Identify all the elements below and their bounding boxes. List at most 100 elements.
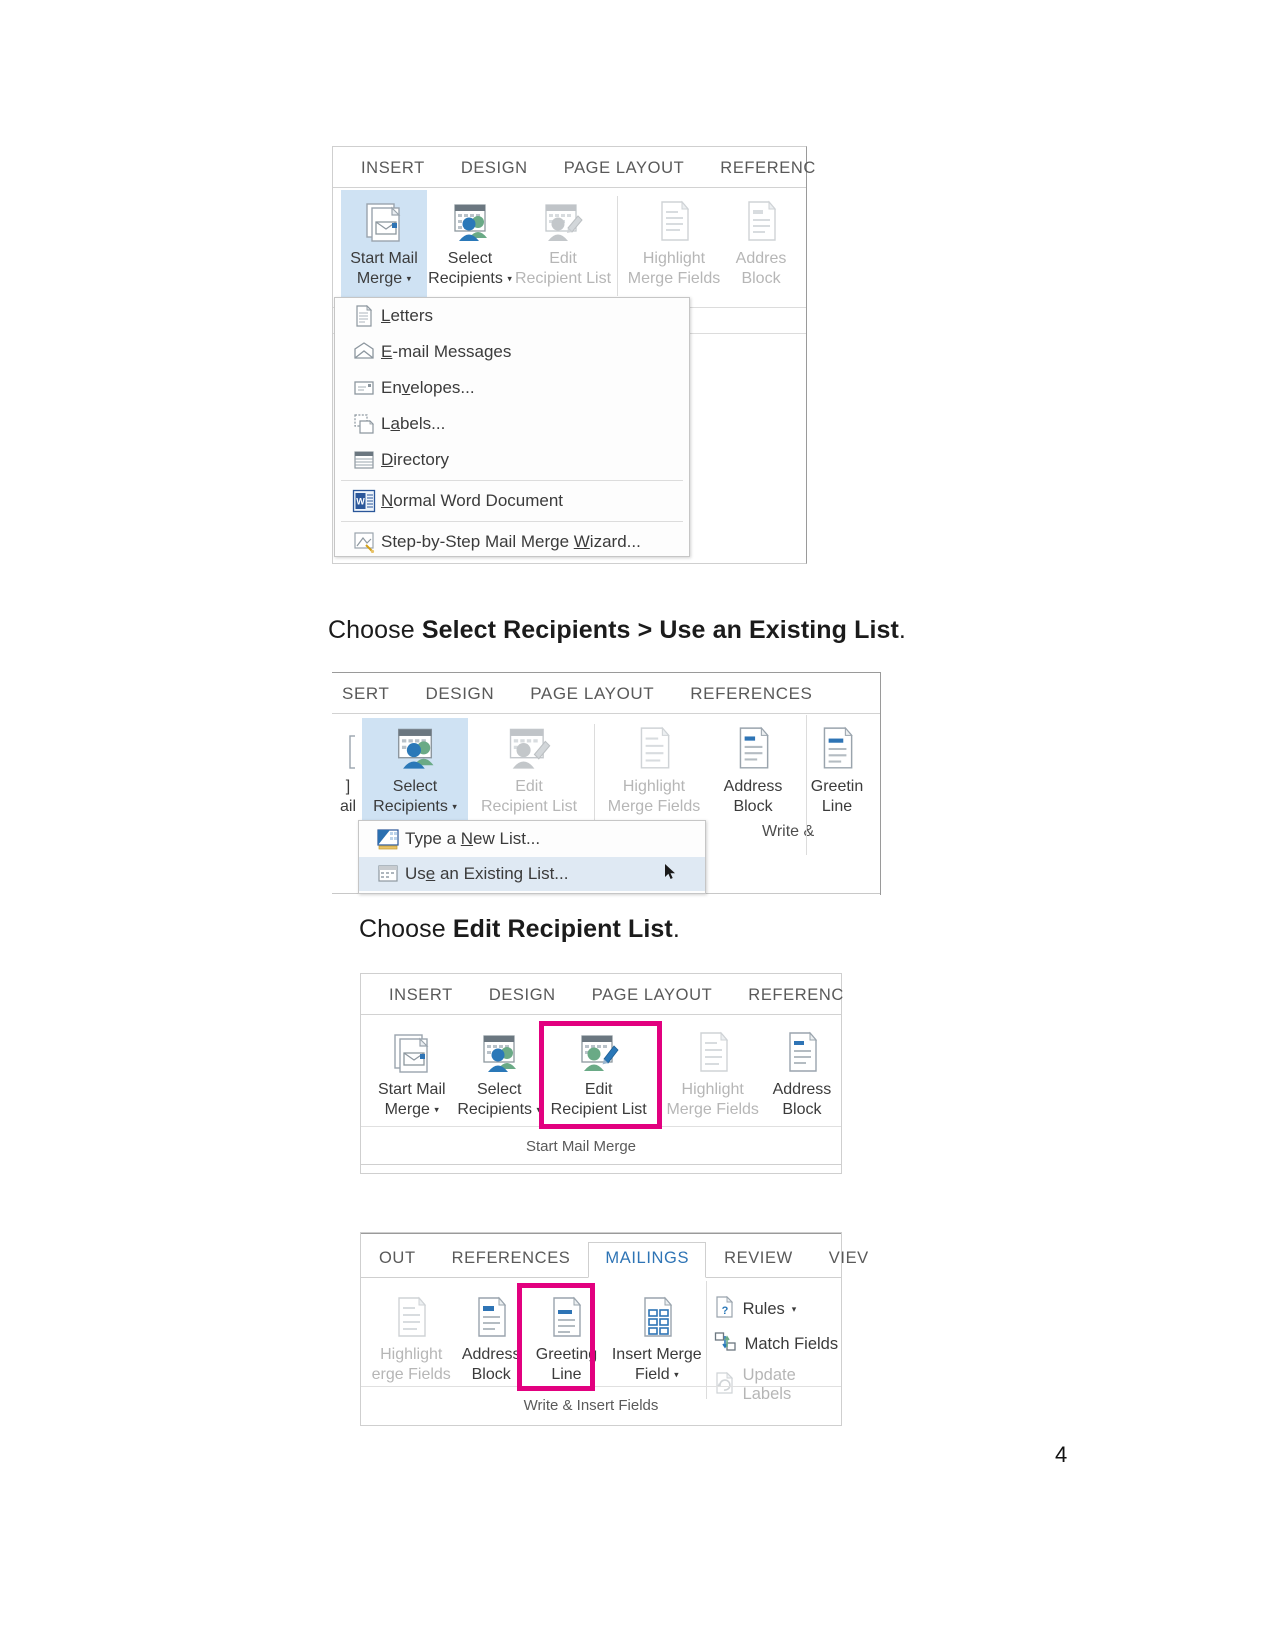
chevron-down-icon[interactable]: ▾ — [452, 801, 457, 811]
button-label-line2: ail — [339, 797, 356, 815]
tab-insert[interactable]: INSERT — [371, 986, 471, 1014]
chevron-down-icon[interactable]: ▾ — [407, 273, 412, 283]
start-mail-merge-menu[interactable]: Letters E-mail Messages Envelopes... Lab… — [334, 297, 690, 557]
menu-item-label: E-mail Messages — [381, 342, 512, 361]
ribbon-bottom-separator — [361, 1164, 841, 1165]
menu-item-envelopes[interactable]: Envelopes... — [335, 370, 689, 406]
button-label-line1: Address — [723, 778, 783, 795]
figure-edit-recipient-list-ribbon: INSERT DESIGN PAGE LAYOUT REFERENC Start… — [360, 973, 843, 1174]
menu-item-step-by-step-wizard[interactable]: Step-by-Step Mail Merge Wizard... — [335, 524, 689, 560]
button-edit-recipient-list[interactable]: Edit Recipient List — [468, 718, 590, 828]
start-mail-merge-group: Start Mail Merge ▾ Select Recipients ▾ E… — [333, 188, 806, 298]
ribbon-top-rule — [361, 1233, 841, 1234]
button-greeting-line[interactable]: Greeting Line — [527, 1286, 606, 1390]
tab-references[interactable]: REFERENCES — [434, 1249, 589, 1277]
button-label-line2: Merge ▾ — [384, 1100, 439, 1118]
chevron-down-icon[interactable]: ▾ — [434, 1104, 439, 1114]
address-block-icon — [782, 1029, 822, 1075]
existing-list-icon — [371, 864, 405, 884]
button-address-block[interactable]: Addres Block — [726, 190, 796, 298]
button-highlight-merge-fields[interactable]: Highlight Merge Fields — [622, 190, 726, 298]
button-select-recipients[interactable]: Select Recipients ▾ — [455, 1021, 544, 1125]
svg-text:?: ? — [721, 1305, 728, 1317]
menu-item-label: Normal Word Document — [381, 491, 564, 510]
button-label-line2: Merge Fields — [666, 1100, 759, 1118]
command-rules[interactable]: ? Rules ▾ — [714, 1295, 841, 1323]
menu-item-normal-word-document[interactable]: W Normal Word Document — [335, 483, 689, 519]
start-mail-merge-group: Start Mail Merge ▾ Select Recipients ▾ E… — [361, 1015, 841, 1125]
tab-references[interactable]: REFERENCES — [672, 684, 830, 713]
button-label-line2: Recipient List — [550, 1100, 647, 1118]
tab-mailings[interactable]: MAILINGS — [588, 1242, 707, 1278]
svg-text:W: W — [356, 497, 365, 507]
group-divider — [657, 1027, 659, 1123]
button-edit-recipient-list[interactable]: Edit Recipient List — [513, 190, 613, 298]
command-match-fields[interactable]: Match Fields — [714, 1331, 841, 1358]
tab-insert[interactable]: INSERT — [343, 159, 443, 187]
button-label-line1: ] — [345, 778, 351, 795]
group-divider — [617, 196, 618, 296]
highlight-merge-fields-icon — [654, 198, 694, 244]
button-label-line1: Select — [392, 778, 438, 795]
chevron-down-icon[interactable]: ▾ — [674, 1369, 679, 1379]
select-recipients-menu[interactable]: Type a New List... Use an Existing List.… — [358, 820, 706, 894]
tab-page-layout[interactable]: PAGE LAYOUT — [512, 684, 672, 713]
address-block-icon — [741, 198, 781, 244]
chevron-down-icon[interactable]: ▾ — [536, 1104, 541, 1114]
button-insert-merge-field[interactable]: Insert Merge Field ▾ — [606, 1286, 708, 1390]
tab-page-layout[interactable]: OUT — [371, 1249, 434, 1277]
tab-view[interactable]: VIEV — [811, 1249, 869, 1277]
tab-review[interactable]: REVIEW — [706, 1249, 811, 1277]
page-number: 4 — [1055, 1442, 1068, 1467]
tab-insert[interactable]: SERT — [342, 684, 407, 713]
start-mail-merge-icon — [390, 1029, 434, 1075]
group-divider — [594, 724, 595, 826]
button-start-mail-merge[interactable]: Start Mail Merge ▾ — [369, 1021, 455, 1125]
menu-item-use-an-existing-list[interactable]: Use an Existing List... — [359, 857, 705, 891]
button-start-mail-merge[interactable]: ] ail — [334, 718, 362, 828]
button-label-line1: Edit — [515, 778, 543, 795]
button-highlight-merge-fields[interactable]: Highlight erge Fields — [367, 1286, 455, 1390]
button-highlight-merge-fields[interactable]: Highlight Merge Fields — [662, 1021, 762, 1125]
tab-references[interactable]: REFERENC — [730, 986, 862, 1014]
tab-design[interactable]: DESIGN — [407, 684, 512, 713]
menu-item-letters[interactable]: Letters — [335, 298, 689, 334]
select-recipients-icon — [390, 726, 440, 772]
button-highlight-merge-fields[interactable]: Highlight Merge Fields — [599, 718, 709, 828]
tab-design[interactable]: DESIGN — [443, 159, 546, 187]
menu-item-label: Directory — [381, 450, 450, 469]
button-address-block[interactable]: Address Block — [709, 718, 797, 828]
command-label: Update Labels — [742, 1366, 796, 1403]
command-update-labels[interactable]: Update Labels — [714, 1366, 841, 1404]
tab-page-layout[interactable]: PAGE LAYOUT — [546, 159, 703, 187]
chevron-down-icon[interactable]: ▾ — [507, 273, 512, 283]
menu-item-directory[interactable]: Directory — [335, 442, 689, 478]
menu-item-type-a-new-list[interactable]: Type a New List... — [359, 821, 705, 857]
button-label-line2: Recipients ▾ — [373, 797, 457, 815]
button-address-block[interactable]: Address Block — [763, 1021, 841, 1125]
tab-references[interactable]: REFERENC — [702, 159, 834, 187]
button-label-line2: Block — [741, 269, 781, 287]
match-fields-icon — [714, 1331, 738, 1358]
wizard-icon — [347, 531, 381, 553]
tab-page-layout[interactable]: PAGE LAYOUT — [574, 986, 731, 1014]
button-label-line2: Recipients ▾ — [428, 269, 512, 287]
highlight-merge-fields-icon — [693, 1029, 733, 1075]
button-edit-recipient-list[interactable]: Edit Recipient List — [544, 1021, 654, 1125]
button-address-block[interactable]: Address Block — [455, 1286, 527, 1390]
button-select-recipients[interactable]: Select Recipients ▾ — [427, 190, 513, 298]
button-label-line1: Insert Merge — [611, 1346, 702, 1363]
button-greeting-line[interactable]: Greetin Line — [797, 718, 877, 828]
button-start-mail-merge[interactable]: Start Mail Merge ▾ — [341, 190, 427, 298]
envelope-icon — [347, 342, 381, 362]
chevron-down-icon[interactable]: ▾ — [792, 1305, 797, 1314]
button-label-line1: Greetin — [810, 778, 864, 795]
menu-item-label: Letters — [381, 306, 433, 325]
select-recipients-icon — [447, 198, 493, 244]
button-select-recipients[interactable]: Select Recipients ▾ — [362, 718, 468, 828]
menu-item-email-messages[interactable]: E-mail Messages — [335, 334, 689, 370]
tab-design[interactable]: DESIGN — [471, 986, 574, 1014]
menu-item-labels[interactable]: Labels... — [335, 406, 689, 442]
menu-separator — [341, 521, 683, 522]
caption-edit-recipient-list: Choose Edit Recipient List. — [359, 915, 680, 944]
